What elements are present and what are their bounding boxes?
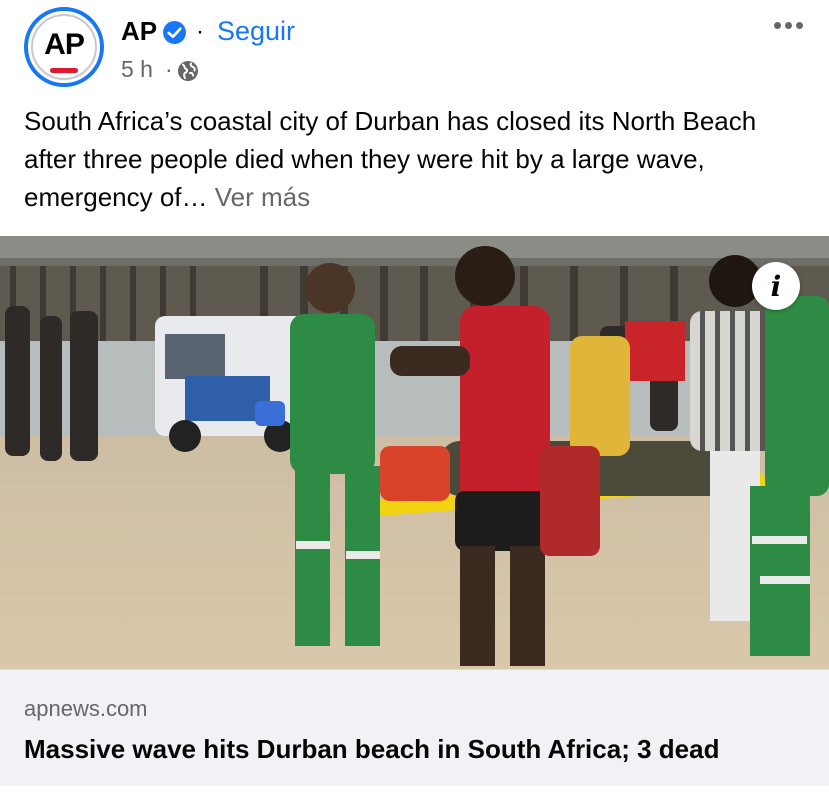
link-preview-card[interactable]: apnews.com Massive wave hits Durban beac… [0,669,829,786]
post-body-text: South Africa’s coastal city of Durban ha… [24,106,757,212]
link-title[interactable]: Massive wave hits Durban beach in South … [24,734,719,765]
more-options-button[interactable] [768,11,808,39]
meta-separator: · [165,56,173,82]
more-dot-icon [773,21,781,29]
avatar-logo-stripe [50,68,78,73]
post-header: AP AP · Seguir 5 h · [0,0,829,100]
avatar-logo-text: AP [44,28,85,61]
more-dot-icon [795,21,803,29]
more-dot-icon [784,21,792,29]
info-button[interactable]: i [752,262,800,310]
beach-rescue-photo [0,236,829,669]
header-separator: · [196,18,204,45]
follow-button[interactable]: Seguir [217,16,295,47]
post-image[interactable] [0,236,829,669]
post-text: South Africa’s coastal city of Durban ha… [24,102,814,216]
post-timestamp[interactable]: 5 h [121,56,153,83]
see-more-link[interactable]: Ver más [215,182,310,212]
page-name-link[interactable]: AP [121,16,157,47]
page-avatar[interactable]: AP [24,7,104,87]
link-domain: apnews.com [24,696,148,721]
verified-badge-icon [163,21,186,44]
globe-icon [178,61,198,81]
avatar-logo: AP [31,14,97,80]
